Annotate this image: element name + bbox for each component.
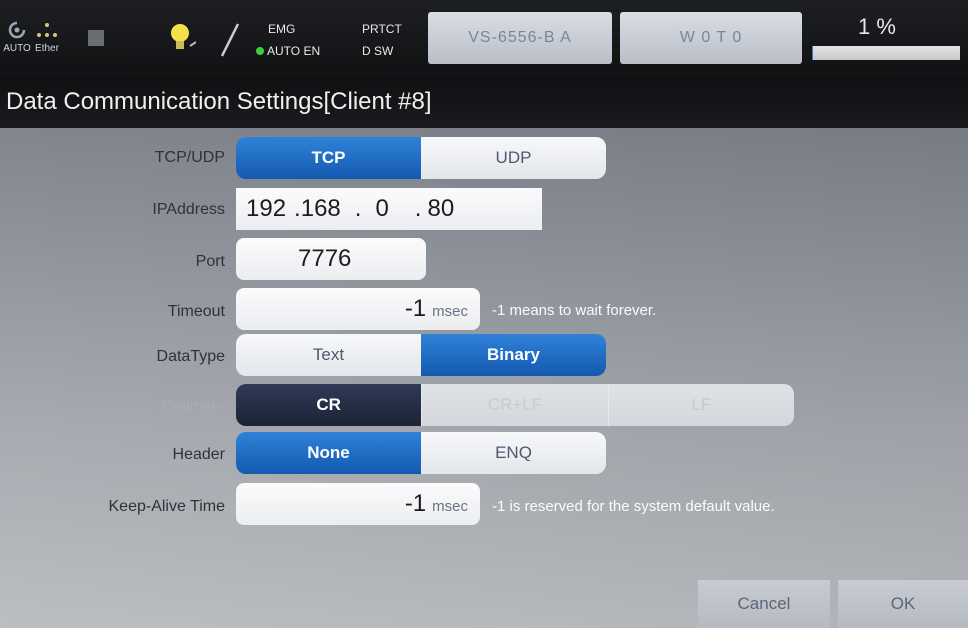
page-title: Data Communication Settings[Client #8] — [6, 88, 432, 115]
port-label: Port — [195, 253, 225, 270]
port-value: 7776 — [298, 245, 352, 272]
stop-square-icon — [88, 30, 104, 46]
cancel-button[interactable]: Cancel — [698, 580, 830, 628]
keepalive-field[interactable]: -1 msec — [236, 483, 480, 525]
timeout-label: Timeout — [167, 303, 225, 320]
lf-option[interactable]: LF — [607, 384, 794, 426]
none-option[interactable]: None — [236, 432, 421, 474]
keepalive-note: -1 is reserved for the system default va… — [492, 498, 775, 515]
ether-label: Ether — [35, 43, 59, 54]
emg-status: EMG — [268, 22, 296, 36]
auto-en-label: AUTO EN — [267, 44, 321, 58]
lamp-icon — [166, 20, 197, 59]
tcp-udp-toggle: TCP UDP — [236, 137, 606, 179]
binary-option[interactable]: Binary — [421, 334, 606, 376]
ether-icon[interactable]: Ether — [30, 22, 64, 54]
datatype-label: DataType — [156, 348, 225, 365]
auto-en-status: AUTO EN — [256, 44, 320, 58]
delimiter-toggle: CR CR+LF LF — [236, 384, 794, 426]
dsw-status: D SW — [362, 44, 394, 58]
ip-dot: . — [294, 195, 301, 222]
text-option[interactable]: Text — [236, 334, 421, 376]
progress-fill — [812, 46, 814, 60]
ok-button[interactable]: OK — [838, 580, 968, 628]
header-label: Header — [172, 446, 225, 463]
cr-option[interactable]: CR — [236, 384, 422, 426]
tcp-udp-label: TCP/UDP — [154, 149, 225, 166]
ip-octet-2[interactable]: 168 — [301, 195, 341, 223]
timeout-field[interactable]: -1 msec — [236, 288, 480, 330]
ip-dot: . — [354, 195, 362, 222]
progress-percent: 1 % — [858, 14, 896, 39]
keepalive-unit: msec — [432, 497, 468, 515]
datatype-toggle: Text Binary — [236, 334, 606, 376]
udp-option[interactable]: UDP — [421, 137, 606, 179]
ip-octet-1[interactable]: 192 — [246, 195, 286, 223]
ip-dot: . — [414, 195, 422, 222]
port-field[interactable]: 7776 — [236, 238, 426, 280]
enq-option[interactable]: ENQ — [421, 432, 606, 474]
progress-bar — [812, 46, 960, 60]
auto-label: AUTO — [3, 43, 31, 54]
timeout-value: -1 — [404, 295, 427, 322]
delimiter-label: Delimiter — [161, 398, 225, 415]
auto-icon[interactable]: AUTO — [2, 20, 32, 54]
tcp-option[interactable]: TCP — [236, 137, 421, 179]
keepalive-value: -1 — [404, 490, 427, 517]
prtct-status: PRTCT — [362, 22, 402, 36]
header-toggle: None ENQ — [236, 432, 606, 474]
keepalive-label: Keep-Alive Time — [108, 498, 226, 515]
wand-icon — [214, 20, 244, 65]
green-indicator-icon — [256, 47, 264, 55]
ip-octet-4[interactable]: 80 — [427, 195, 454, 223]
ip-address-label: IPAddress — [152, 201, 225, 218]
ip-octet-3[interactable]: 0 — [375, 195, 388, 223]
crlf-option[interactable]: CR+LF — [421, 384, 608, 426]
model-button[interactable]: VS-6556-B A — [428, 12, 612, 64]
timeout-unit: msec — [432, 302, 468, 320]
timeout-note: -1 means to wait forever. — [492, 302, 657, 319]
ip-address-field[interactable]: 192 . 168 . 0 . 80 — [236, 188, 542, 230]
mode-button[interactable]: W 0 T 0 — [620, 12, 802, 64]
